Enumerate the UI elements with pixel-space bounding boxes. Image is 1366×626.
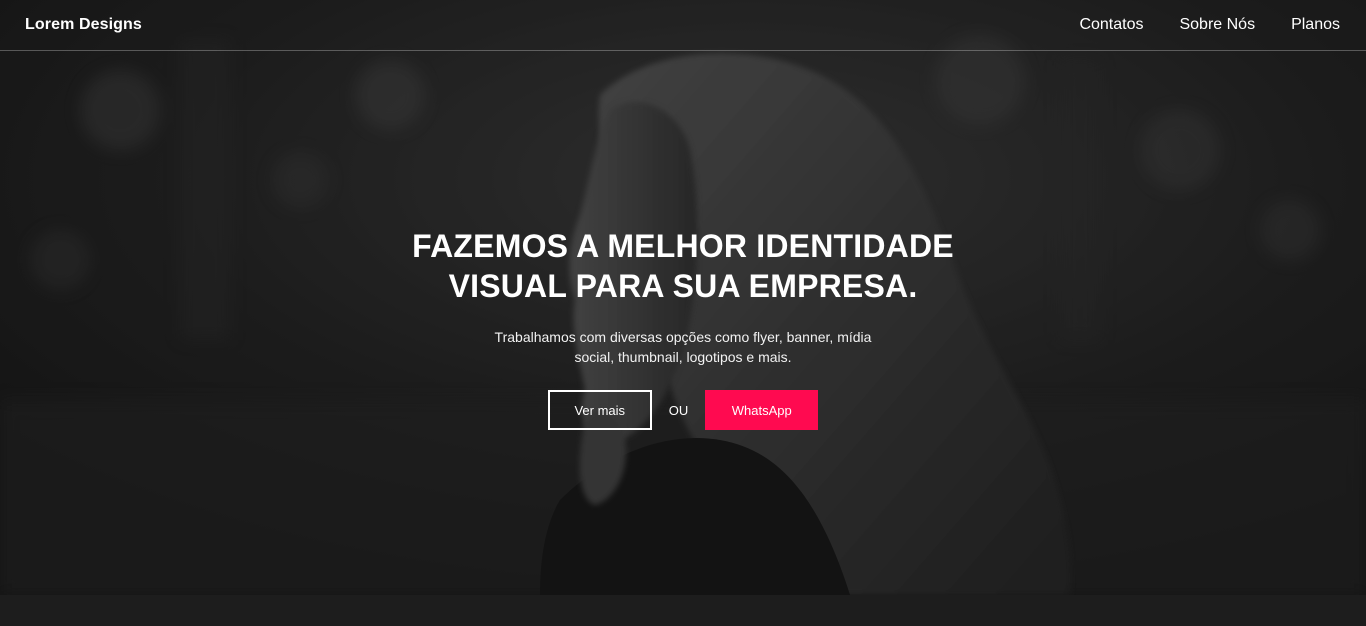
nav-menu: Contatos Sobre Nós Planos [1043,16,1340,34]
next-section-edge [0,595,1366,626]
whatsapp-button[interactable]: WhatsApp [705,390,819,430]
brand-logo[interactable]: Lorem Designs [25,16,142,34]
landing-page: Lorem Designs Contatos Sobre Nós Planos … [0,0,1366,626]
hero-subtitle: Trabalhamos com diversas opções como fly… [494,329,872,365]
navbar: Lorem Designs Contatos Sobre Nós Planos [0,0,1366,51]
nav-link-sobre-nos[interactable]: Sobre Nós [1179,16,1255,34]
ver-mais-button[interactable]: Ver mais [547,390,652,430]
or-separator: OU [668,402,689,418]
hero-content: FAZEMOS A MELHOR IDENTIDADE VISUAL PARA … [0,226,1366,430]
hero-title: FAZEMOS A MELHOR IDENTIDADE VISUAL PARA … [412,228,954,304]
nav-link-planos[interactable]: Planos [1291,16,1340,34]
nav-link-contatos[interactable]: Contatos [1079,16,1143,34]
cta-row: Ver mais OU WhatsApp [0,390,1366,430]
hero-section: Lorem Designs Contatos Sobre Nós Planos … [0,0,1366,595]
